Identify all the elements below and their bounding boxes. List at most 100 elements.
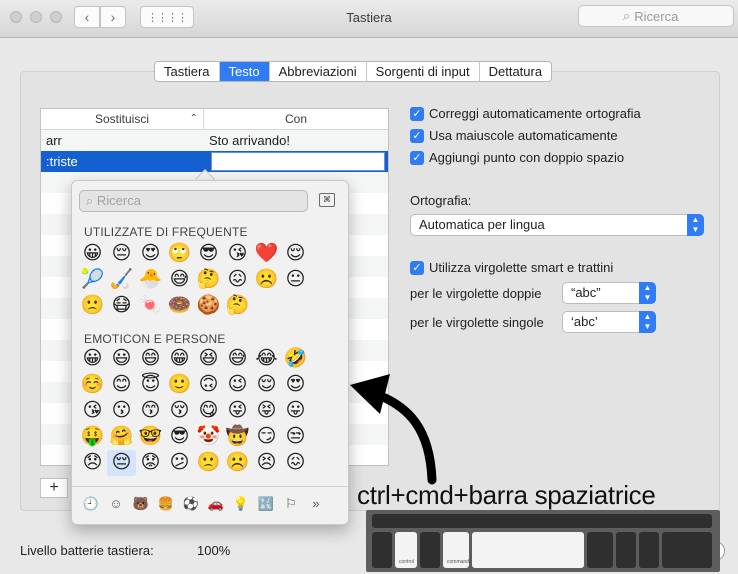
emoji-cell[interactable]: 😛 [281, 398, 310, 424]
emoji-cell[interactable]: 🙂 [165, 372, 194, 398]
emoji-cell[interactable]: 😕 [165, 450, 194, 476]
emoji-search-input[interactable]: ⌕ Ricerca [79, 190, 308, 212]
smiley-icon[interactable]: ☺ [107, 495, 125, 513]
emoji-cell[interactable]: 😅 [223, 346, 252, 372]
tab-testo[interactable]: Testo [219, 62, 270, 81]
emoji-cell[interactable]: 🤗 [107, 424, 136, 450]
travel-icon[interactable]: 🚗 [207, 495, 225, 513]
emoji-cell[interactable]: 😊 [107, 372, 136, 398]
emoji-cell[interactable]: 🤠 [223, 424, 252, 450]
emoji-cell[interactable]: 😔 [107, 450, 136, 476]
emoji-cell[interactable]: 😆 [194, 346, 223, 372]
emoji-cell[interactable]: 😁 [165, 346, 194, 372]
emoji-cell[interactable]: 🐣 [136, 267, 165, 293]
flag-icon[interactable]: ⚐ [282, 495, 300, 513]
emoji-cell[interactable]: 😣 [252, 450, 281, 476]
emoji-cell[interactable]: 😅 [165, 267, 194, 293]
emoji-cell[interactable]: 😚 [165, 398, 194, 424]
sport-icon[interactable]: ⚽ [182, 495, 200, 513]
emoji-cell[interactable]: 😃 [107, 346, 136, 372]
emoji-cell[interactable]: 😉 [223, 372, 252, 398]
character-viewer-icon[interactable]: ⌘ [319, 193, 335, 207]
smart-quotes-option[interactable]: ✓ Utilizza virgolette smart e trattini [410, 260, 613, 275]
emoji-cell[interactable]: 😇 [136, 372, 165, 398]
emoji-cell[interactable]: 😝 [252, 398, 281, 424]
emoji-cell[interactable]: 🎾 [78, 267, 107, 293]
emoji-cell[interactable]: 😎 [194, 241, 223, 267]
emoji-cell[interactable]: 😄 [136, 346, 165, 372]
emoji-cell[interactable]: 🍩 [165, 293, 194, 319]
add-replacement-button[interactable]: + [40, 478, 68, 498]
emoji-cell[interactable]: 🙁 [194, 450, 223, 476]
emoji-cell[interactable]: 😖 [281, 450, 310, 476]
emoji-cell[interactable]: ☹️ [252, 267, 281, 293]
recent-icon[interactable]: 🕘 [82, 495, 100, 513]
emoji-cell[interactable]: 😘 [78, 398, 107, 424]
autocapitalize-checkbox[interactable]: ✓ [410, 128, 424, 143]
tab-abbreviazioni[interactable]: Abbreviazioni [270, 62, 367, 81]
emoji-cell[interactable]: 🤑 [78, 424, 107, 450]
emoji-cell[interactable]: 🤔 [223, 293, 252, 319]
tab-tastiera[interactable]: Tastiera [155, 62, 220, 81]
emoji-cell[interactable]: 🙃 [194, 372, 223, 398]
double-space-checkbox[interactable]: ✓ [410, 150, 424, 165]
symbol-icon[interactable]: 🔣 [257, 495, 275, 513]
emoji-cell[interactable]: 😘 [223, 241, 252, 267]
emoji-cell[interactable]: 🏑 [107, 267, 136, 293]
more-icon[interactable]: » [307, 495, 325, 513]
emoji-cell[interactable]: 😖 [223, 267, 252, 293]
single-quotes-popup[interactable]: ‘abc’ ▲ ▼ [562, 311, 656, 333]
emoji-cell[interactable]: 🤡 [194, 424, 223, 450]
emoji-cell[interactable]: ☺️ [78, 372, 107, 398]
food-icon[interactable]: 🍔 [157, 495, 175, 513]
tab-sorgenti-di-input[interactable]: Sorgenti di input [367, 62, 480, 81]
emoji-cell[interactable]: 🤣 [281, 346, 310, 372]
double-space-option[interactable]: ✓ Aggiungi punto con doppio spazio [410, 150, 624, 165]
emoji-cell[interactable]: ❤️ [252, 241, 281, 267]
tab-dettatura[interactable]: Dettatura [480, 62, 551, 81]
autocorrect-option[interactable]: ✓ Correggi automaticamente ortografia [410, 106, 641, 121]
table-row[interactable]: arr Sto arrivando! [41, 130, 388, 151]
emoji-cell[interactable]: 😀 [78, 241, 107, 267]
emoji-cell[interactable]: 🤓 [136, 424, 165, 450]
emoji-cell[interactable]: 😙 [136, 398, 165, 424]
smart-quotes-checkbox[interactable]: ✓ [410, 260, 424, 275]
animal-icon[interactable]: 🐻 [132, 495, 150, 513]
emoji-cell[interactable]: ☹️ [223, 450, 252, 476]
emoji-cell[interactable]: 😌 [252, 372, 281, 398]
emoji-cell[interactable]: 🙁 [78, 293, 107, 319]
emoji-cell[interactable]: 😀 [78, 346, 107, 372]
emoji-cell[interactable]: 🙄 [165, 241, 194, 267]
emoji-cell[interactable]: 😍 [136, 241, 165, 267]
emoji-cell[interactable]: 😂 [252, 346, 281, 372]
column-header-replace[interactable]: Sostituisci ⌃ [41, 109, 204, 129]
emoji-cell[interactable]: 😗 [107, 398, 136, 424]
emoji-cell[interactable]: 🍬 [136, 293, 165, 319]
autocapitalize-option[interactable]: ✓ Usa maiuscole automaticamente [410, 128, 618, 143]
emoji-cell[interactable]: 😋 [194, 398, 223, 424]
column-header-with[interactable]: Con [204, 109, 388, 129]
with-cell [204, 151, 388, 172]
emoji-cell[interactable]: 😷 [107, 293, 136, 319]
spelling-popup[interactable]: Automatica per lingua ▲ ▼ [410, 214, 704, 236]
emoji-cell[interactable]: 😏 [252, 424, 281, 450]
emoji-cell[interactable]: 😌 [281, 241, 310, 267]
double-quotes-popup[interactable]: “abc” ▲ ▼ [562, 282, 656, 304]
emoji-cell[interactable]: 😍 [281, 372, 310, 398]
object-icon[interactable]: 💡 [232, 495, 250, 513]
search-input[interactable]: ⌕ Ricerca [578, 5, 734, 27]
emoji-cell[interactable]: 😟 [136, 450, 165, 476]
table-row-selected[interactable]: :triste [41, 151, 388, 172]
emoji-cell[interactable]: 🍪 [194, 293, 223, 319]
people-section-title: EMOTICON E PERSONE [84, 332, 226, 346]
autocorrect-checkbox[interactable]: ✓ [410, 106, 424, 121]
sort-ascending-icon: ⌃ [189, 113, 198, 124]
emoji-cell[interactable]: 😞 [78, 450, 107, 476]
emoji-cell[interactable]: 😔 [107, 241, 136, 267]
emoji-cell[interactable]: 😒 [281, 424, 310, 450]
with-edit-field[interactable] [211, 152, 385, 171]
emoji-cell[interactable]: 😜 [223, 398, 252, 424]
emoji-cell[interactable]: 😐 [281, 267, 310, 293]
emoji-cell[interactable]: 😎 [165, 424, 194, 450]
emoji-cell[interactable]: 🤔 [194, 267, 223, 293]
